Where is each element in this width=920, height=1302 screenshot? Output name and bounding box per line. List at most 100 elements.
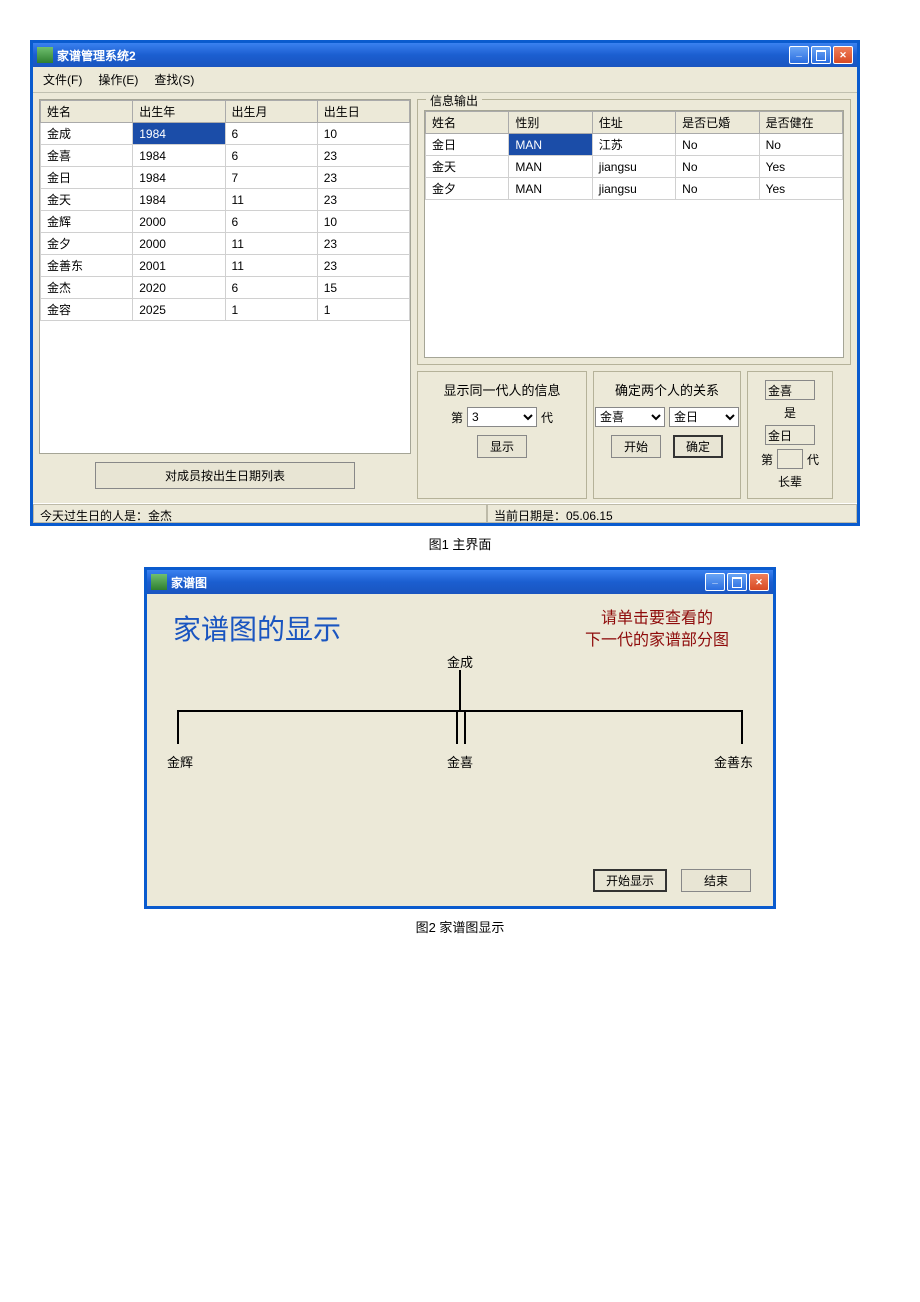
table-cell[interactable]: 金成 [41, 123, 133, 145]
table-cell[interactable]: MAN [509, 156, 592, 178]
table-cell[interactable]: 23 [317, 233, 409, 255]
table-cell[interactable]: 金容 [41, 299, 133, 321]
titlebar[interactable]: 家谱管理系统2 [33, 43, 857, 67]
tree-leaf-mid[interactable]: 金喜 [447, 752, 473, 771]
table-cell[interactable]: 金日 [41, 167, 133, 189]
table-cell[interactable]: Yes [759, 178, 842, 200]
table-cell[interactable]: 2020 [133, 277, 225, 299]
column-header[interactable]: 出生月 [225, 101, 317, 123]
person1-select[interactable]: 金喜 [595, 407, 665, 427]
table-row[interactable]: 金善东20011123 [41, 255, 410, 277]
table-cell[interactable]: 10 [317, 123, 409, 145]
tree-root-node[interactable]: 金成 [447, 652, 473, 671]
show-generation-button[interactable]: 显示 [477, 435, 527, 458]
minimize-button[interactable] [705, 573, 725, 591]
table-cell[interactable]: 23 [317, 145, 409, 167]
app-icon [151, 574, 167, 590]
start-display-button[interactable]: 开始显示 [593, 869, 667, 892]
table-row[interactable]: 金日1984723 [41, 167, 410, 189]
table-row[interactable]: 金杰2020615 [41, 277, 410, 299]
result-gen-suffix: 代 [807, 451, 819, 468]
column-header[interactable]: 姓名 [426, 112, 509, 134]
table-cell[interactable]: 1984 [133, 145, 225, 167]
table-row[interactable]: 金成1984610 [41, 123, 410, 145]
person2-select[interactable]: 金日 [669, 407, 739, 427]
table-cell[interactable]: jiangsu [592, 156, 675, 178]
column-header[interactable]: 是否已婚 [676, 112, 759, 134]
close-button[interactable] [749, 573, 769, 591]
column-header[interactable]: 出生年 [133, 101, 225, 123]
table-row[interactable]: 金天19841123 [41, 189, 410, 211]
table-cell[interactable]: 金夕 [426, 178, 509, 200]
table-cell[interactable]: jiangsu [592, 178, 675, 200]
table-row[interactable]: 金夕20001123 [41, 233, 410, 255]
table-cell[interactable]: 金杰 [41, 277, 133, 299]
tree-leaf-left[interactable]: 金辉 [167, 752, 193, 771]
table-cell[interactable]: 金天 [41, 189, 133, 211]
table-cell[interactable]: 1984 [133, 189, 225, 211]
table-row[interactable]: 金辉2000610 [41, 211, 410, 233]
table-cell[interactable]: 6 [225, 145, 317, 167]
table-cell[interactable]: 金辉 [41, 211, 133, 233]
sort-by-birth-button[interactable]: 对成员按出生日期列表 [95, 462, 355, 489]
table-cell[interactable]: No [676, 178, 759, 200]
table-cell[interactable]: 2000 [133, 211, 225, 233]
table-cell[interactable]: 15 [317, 277, 409, 299]
end-button[interactable]: 结束 [681, 869, 751, 892]
menu-operate[interactable]: 操作(E) [92, 69, 144, 90]
table-cell[interactable]: No [676, 156, 759, 178]
table-cell[interactable]: 6 [225, 211, 317, 233]
table-cell[interactable]: 6 [225, 277, 317, 299]
maximize-button[interactable] [727, 573, 747, 591]
table-cell[interactable]: MAN [509, 134, 592, 156]
table-cell[interactable]: 23 [317, 189, 409, 211]
table-cell[interactable]: 金夕 [41, 233, 133, 255]
tree-titlebar[interactable]: 家谱图 [147, 570, 773, 594]
generation-select[interactable]: 3 [467, 407, 537, 427]
table-row[interactable]: 金日MAN江苏NoNo [426, 134, 843, 156]
table-row[interactable]: 金喜1984623 [41, 145, 410, 167]
table-cell[interactable]: 7 [225, 167, 317, 189]
table-row[interactable]: 金容202511 [41, 299, 410, 321]
table-cell[interactable]: 2001 [133, 255, 225, 277]
column-header[interactable]: 出生日 [317, 101, 409, 123]
table-cell[interactable]: 6 [225, 123, 317, 145]
column-header[interactable]: 姓名 [41, 101, 133, 123]
table-cell[interactable]: Yes [759, 156, 842, 178]
table-cell[interactable]: 1984 [133, 167, 225, 189]
table-cell[interactable]: 金天 [426, 156, 509, 178]
ok-button[interactable]: 确定 [673, 435, 723, 458]
table-cell[interactable]: No [676, 134, 759, 156]
table-cell[interactable]: 金善东 [41, 255, 133, 277]
table-cell[interactable]: 11 [225, 189, 317, 211]
table-cell[interactable]: 2000 [133, 233, 225, 255]
table-cell[interactable]: 1984 [133, 123, 225, 145]
menu-file[interactable]: 文件(F) [37, 69, 88, 90]
table-cell[interactable]: 金喜 [41, 145, 133, 167]
table-row[interactable]: 金夕MANjiangsuNoYes [426, 178, 843, 200]
table-cell[interactable]: MAN [509, 178, 592, 200]
table-cell[interactable]: 11 [225, 233, 317, 255]
start-button[interactable]: 开始 [611, 435, 661, 458]
minimize-button[interactable] [789, 46, 809, 64]
table-row[interactable]: 金天MANjiangsuNoYes [426, 156, 843, 178]
table-cell[interactable]: 10 [317, 211, 409, 233]
table-cell[interactable]: 11 [225, 255, 317, 277]
table-cell[interactable]: 江苏 [592, 134, 675, 156]
close-button[interactable] [833, 46, 853, 64]
info-output-table[interactable]: 姓名性别住址是否已婚是否健在 金日MAN江苏NoNo金天MANjiangsuNo… [424, 110, 844, 358]
table-cell[interactable]: 23 [317, 167, 409, 189]
table-cell[interactable]: 2025 [133, 299, 225, 321]
table-cell[interactable]: 1 [225, 299, 317, 321]
table-cell[interactable]: 1 [317, 299, 409, 321]
column-header[interactable]: 性别 [509, 112, 592, 134]
table-cell[interactable]: 金日 [426, 134, 509, 156]
menu-find[interactable]: 查找(S) [148, 69, 200, 90]
column-header[interactable]: 是否健在 [759, 112, 842, 134]
table-cell[interactable]: 23 [317, 255, 409, 277]
members-table[interactable]: 姓名出生年出生月出生日 金成1984610金喜1984623金日1984723金… [39, 99, 411, 454]
tree-leaf-right[interactable]: 金善东 [714, 752, 753, 771]
column-header[interactable]: 住址 [592, 112, 675, 134]
maximize-button[interactable] [811, 46, 831, 64]
table-cell[interactable]: No [759, 134, 842, 156]
